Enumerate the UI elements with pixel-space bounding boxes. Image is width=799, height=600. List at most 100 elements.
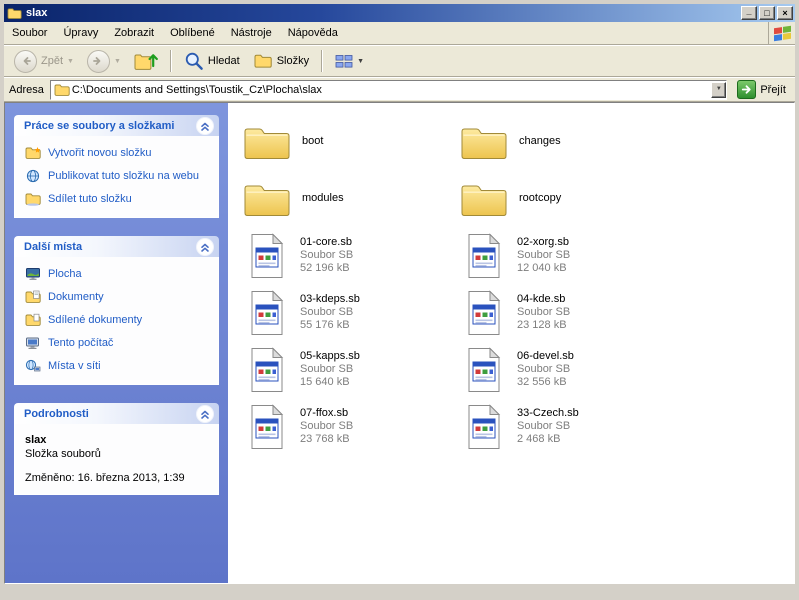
new-folder-icon [25,146,41,160]
title-bar[interactable]: slax _ □ × [4,4,795,22]
shared-documents-icon [25,313,41,327]
folders-icon [253,53,273,69]
file-type: Soubor SB [300,306,360,319]
file-size: 55 176 kB [300,319,360,332]
file-type: Soubor SB [517,363,574,376]
file-name: 33-Czech.sb [517,407,579,420]
address-input[interactable] [70,83,711,97]
file-type: Soubor SB [300,249,353,262]
sb-file-icon [245,403,289,451]
file-tile-01-core[interactable]: 01-core.sb Soubor SB 52 196 kB [243,229,460,282]
file-tile-06-devel[interactable]: 06-devel.sb Soubor SB 32 556 kB [460,343,677,396]
network-places-icon [25,359,41,373]
place-my-computer[interactable]: Tento počítač [25,336,210,350]
file-list[interactable]: boot changes modules rootcopy 01-core.sb… [228,103,794,583]
menu-nastroje[interactable]: Nástroje [223,22,280,44]
share-folder-icon [25,192,41,206]
folder-tile-changes[interactable]: changes [460,115,677,168]
back-icon [14,50,37,73]
menu-soubor[interactable]: Soubor [4,22,55,44]
close-button[interactable]: × [777,6,793,20]
search-button[interactable]: Hledat [180,48,244,74]
folder-icon [460,118,508,166]
file-size: 12 040 kB [517,262,570,275]
file-size: 15 640 kB [300,376,360,389]
file-size: 23 768 kB [300,433,353,446]
back-button[interactable]: Zpět ▼ [10,47,78,76]
views-button[interactable]: ▼ [331,51,368,72]
address-dropdown-button[interactable]: ▼ [711,82,726,98]
back-dropdown-icon[interactable]: ▼ [67,58,74,65]
sb-file-icon [245,346,289,394]
file-tile-33-czech[interactable]: 33-Czech.sb Soubor SB 2 468 kB [460,400,677,453]
sb-file-icon [462,403,506,451]
forward-dropdown-icon[interactable]: ▼ [114,58,121,65]
task-label: Sdílet tuto složku [48,193,132,205]
folder-tile-boot[interactable]: boot [243,115,460,168]
file-name: 05-kapps.sb [300,350,360,363]
collapse-chevron-icon[interactable] [196,405,214,423]
collapse-chevron-icon[interactable] [196,117,214,135]
menu-napoveda[interactable]: Nápověda [280,22,346,44]
menu-zobrazit[interactable]: Zobrazit [106,22,162,44]
panel-title: Další místa [24,241,82,253]
minimize-button[interactable]: _ [741,6,757,20]
file-type: Soubor SB [300,420,353,433]
go-button[interactable]: Přejít [733,79,790,100]
place-label: Sdílené dokumenty [48,314,142,326]
address-folder-icon [54,83,70,97]
sb-file-icon [462,346,506,394]
file-tile-07-ffox[interactable]: 07-ffox.sb Soubor SB 23 768 kB [243,400,460,453]
up-button[interactable] [130,47,162,75]
panel-body-other-places: Plocha Dokumenty [14,257,219,385]
menu-upravy[interactable]: Úpravy [55,22,106,44]
file-tile-04-kde[interactable]: 04-kde.sb Soubor SB 23 128 kB [460,286,677,339]
panel-other-places: Další místa Plocha [14,236,219,385]
folder-name: rootcopy [519,192,561,205]
file-tile-05-kapps[interactable]: 05-kapps.sb Soubor SB 15 640 kB [243,343,460,396]
my-computer-icon [25,336,41,350]
file-tile-02-xorg[interactable]: 02-xorg.sb Soubor SB 12 040 kB [460,229,677,282]
toolbar-separator [170,50,172,72]
task-share-folder[interactable]: Sdílet tuto složku [25,192,210,206]
place-label: Místa v síti [48,360,101,372]
task-publish-folder-web[interactable]: Publikovat tuto složku na webu [25,169,210,183]
panel-header-file-tasks[interactable]: Práce se soubory a složkami [14,115,219,136]
file-tile-03-kdeps[interactable]: 03-kdeps.sb Soubor SB 55 176 kB [243,286,460,339]
place-label: Dokumenty [48,291,104,303]
panel-title: Podrobnosti [24,408,89,420]
panel-header-other-places[interactable]: Další místa [14,236,219,257]
folder-tile-rootcopy[interactable]: rootcopy [460,172,677,225]
forward-icon [87,50,110,73]
sb-file-icon [462,289,506,337]
place-label: Tento počítač [48,337,113,349]
publish-web-icon [25,169,41,183]
windows-logo-icon [768,22,795,44]
place-shared-documents[interactable]: Sdílené dokumenty [25,313,210,327]
views-dropdown-icon[interactable]: ▼ [357,58,364,65]
menu-oblibene[interactable]: Oblíbené [162,22,223,44]
folder-tile-modules[interactable]: modules [243,172,460,225]
window-title: slax [26,7,741,19]
dropdown-icon: ▼ [716,86,722,93]
place-network[interactable]: Místa v síti [25,359,210,373]
panel-header-details[interactable]: Podrobnosti [14,403,219,424]
standard-toolbar: Zpět ▼ ▼ Hledat Složky [4,45,795,77]
address-combo[interactable]: ▼ [50,80,727,100]
task-label: Vytvořit novou složku [48,147,152,159]
address-label: Adresa [9,84,44,96]
place-documents[interactable]: Dokumenty [25,290,210,304]
panel-body-file-tasks: Vytvořit novou složku Publikovat tuto sl… [14,136,219,218]
task-create-new-folder[interactable]: Vytvořit novou složku [25,146,210,160]
file-name: 03-kdeps.sb [300,293,360,306]
toolbar-separator [321,50,323,72]
window-controls: _ □ × [741,6,793,20]
file-name: 06-devel.sb [517,350,574,363]
maximize-button[interactable]: □ [759,6,775,20]
collapse-chevron-icon[interactable] [196,238,214,256]
place-label: Plocha [48,268,82,280]
forward-button[interactable]: ▼ [83,47,125,76]
place-desktop[interactable]: Plocha [25,267,210,281]
explorer-window: slax _ □ × Soubor Úpravy Zobrazit Oblíbe… [0,0,799,600]
folders-button[interactable]: Složky [249,50,313,72]
